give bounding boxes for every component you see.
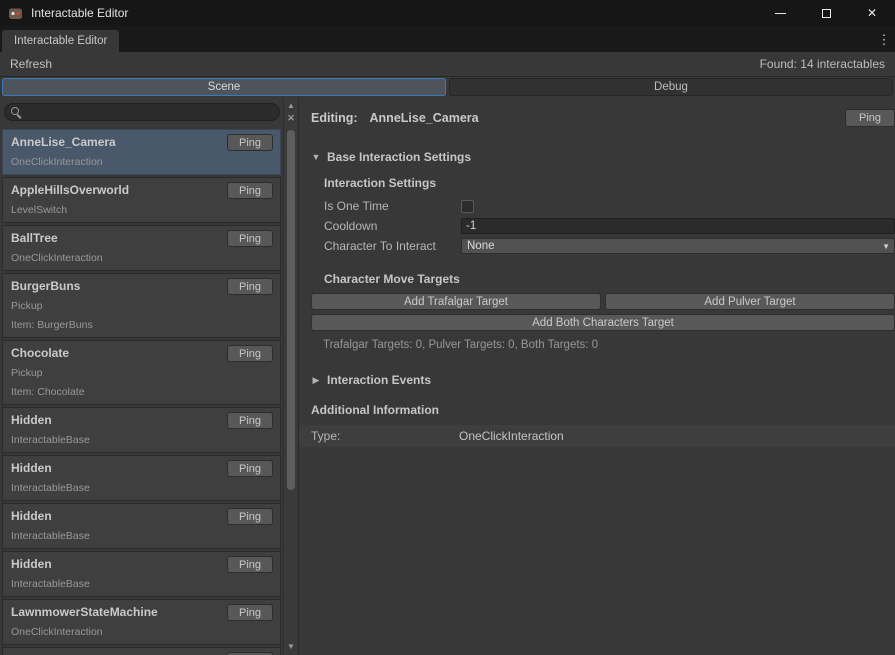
item-extra-label: Item: BurgerBuns [11, 318, 272, 333]
item-type-label: Pickup [11, 299, 272, 314]
ping-button[interactable]: Ping [227, 604, 273, 621]
scrollbar-thumb[interactable] [287, 130, 295, 490]
list-item[interactable]: Hidden InteractableBase Ping [2, 455, 281, 501]
list-item[interactable]: LawnmowerStateMachine OneClickInteractio… [2, 599, 281, 645]
minimize-button[interactable] [757, 0, 803, 26]
foldout-label: Base Interaction Settings [327, 150, 471, 164]
window-controls: ✕ [757, 0, 895, 26]
character-to-interact-dropdown[interactable]: None ▼ [461, 238, 895, 254]
foldout-collapsed-icon: ▶ [311, 375, 321, 386]
ping-button[interactable]: Ping [227, 460, 273, 477]
item-type-label: InteractableBase [11, 481, 272, 496]
foldout-base-interaction-settings[interactable]: ▼ Base Interaction Settings [311, 150, 895, 164]
close-button[interactable]: ✕ [849, 0, 895, 26]
kebab-menu-icon[interactable]: ⋮ [877, 32, 891, 48]
list-item[interactable]: AnneLise_Camera OneClickInteraction Ping [2, 129, 281, 175]
ping-button[interactable]: Ping [227, 412, 273, 429]
ping-button[interactable]: Ping [227, 345, 273, 362]
item-type-label: OneClickInteraction [11, 625, 272, 640]
titlebar: Interactable Editor ✕ [0, 0, 895, 26]
view-tabs: Scene Debug [0, 77, 895, 98]
tab-debug[interactable]: Debug [449, 78, 893, 96]
item-type-label: InteractableBase [11, 433, 272, 448]
type-label: Type: [311, 429, 459, 443]
add-both-characters-target-button[interactable]: Add Both Characters Target [311, 314, 895, 331]
type-value: OneClickInteraction [459, 429, 564, 443]
inspector-panel: Editing: AnneLise_Camera Ping ▼ Base Int… [298, 98, 895, 655]
list-item[interactable]: Hidden InteractableBase Ping [2, 551, 281, 597]
item-type-label: Pickup [11, 366, 272, 381]
ping-button[interactable]: Ping [227, 508, 273, 525]
ping-button[interactable]: Ping [227, 230, 273, 247]
tab-interactable-editor[interactable]: Interactable Editor [2, 30, 119, 52]
is-one-time-row: Is One Time [324, 196, 895, 216]
editing-label: Editing: [311, 111, 358, 125]
character-to-interact-label: Character To Interact [324, 239, 461, 253]
character-move-targets-header: Character Move Targets [324, 272, 895, 286]
add-pulver-target-button[interactable]: Add Pulver Target [605, 293, 895, 310]
item-type-label: LevelSwitch [11, 203, 272, 218]
cooldown-input[interactable] [461, 218, 895, 234]
type-row: Type: OneClickInteraction [299, 425, 895, 447]
item-type-label: InteractableBase [11, 529, 272, 544]
close-icon: ✕ [867, 6, 877, 20]
foldout-interaction-events[interactable]: ▶ Interaction Events [311, 373, 895, 387]
editing-target-name: AnneLise_Camera [370, 111, 479, 125]
list-item[interactable]: BurgerBuns Pickup Item: BurgerBuns Ping [2, 273, 281, 338]
list-item[interactable]: Hidden InteractableBase Ping [2, 503, 281, 549]
item-type-label: OneClickInteraction [11, 155, 272, 170]
item-type-label: OneClickInteraction [11, 251, 272, 266]
scroll-down-icon[interactable]: ▼ [284, 642, 298, 651]
interaction-settings-header: Interaction Settings [324, 176, 895, 190]
inspector-header: Editing: AnneLise_Camera Ping [311, 108, 895, 128]
list-item[interactable]: AppleHillsOverworld LevelSwitch Ping [2, 177, 281, 223]
item-extra-label: Item: Chocolate [11, 385, 272, 400]
ping-button[interactable]: Ping [227, 556, 273, 573]
is-one-time-checkbox[interactable] [461, 200, 474, 213]
list-item[interactable]: BallTree OneClickInteraction Ping [2, 225, 281, 271]
toolbar: Refresh Found: 14 interactables [0, 52, 895, 77]
tab-scene[interactable]: Scene [2, 78, 446, 96]
both-target-row: Add Both Characters Target [311, 314, 895, 331]
minimize-icon [775, 13, 786, 14]
app-icon [8, 6, 23, 21]
inspector-ping-button[interactable]: Ping [845, 109, 895, 127]
character-to-interact-row: Character To Interact None ▼ [324, 236, 895, 256]
main-area: AnneLise_Camera OneClickInteraction Ping… [0, 98, 895, 655]
scene-list-panel: AnneLise_Camera OneClickInteraction Ping… [0, 98, 283, 655]
search-box [4, 103, 280, 121]
foldout-open-icon: ▼ [311, 152, 321, 162]
tab-strip: Interactable Editor ⋮ [0, 26, 895, 52]
maximize-button[interactable] [803, 0, 849, 26]
targets-summary: Trafalgar Targets: 0, Pulver Targets: 0,… [323, 339, 895, 351]
search-row [0, 98, 283, 126]
cooldown-row: Cooldown [324, 216, 895, 236]
cooldown-label: Cooldown [324, 219, 461, 233]
add-trafalgar-target-button[interactable]: Add Trafalgar Target [311, 293, 601, 310]
foldout-label: Interaction Events [327, 373, 431, 387]
maximize-icon [822, 9, 831, 18]
additional-information-header: Additional Information [311, 403, 895, 417]
ping-button[interactable]: Ping [227, 182, 273, 199]
search-input[interactable] [4, 103, 280, 121]
dropdown-selected-value: None [467, 240, 495, 252]
window-title: Interactable Editor [31, 6, 128, 20]
target-buttons-row: Add Trafalgar Target Add Pulver Target [311, 293, 895, 310]
list-scrollbar[interactable]: ▲ × ▼ [283, 98, 298, 655]
search-clear-button[interactable]: × [284, 111, 298, 124]
refresh-button[interactable]: Refresh [8, 55, 58, 73]
list-item[interactable]: Chocolate Pickup Item: Chocolate Ping [2, 340, 281, 405]
search-icon [11, 107, 22, 118]
ping-button[interactable]: Ping [227, 278, 273, 295]
list-item[interactable]: LureSpotA_Slot Ping [2, 647, 281, 655]
ping-button[interactable]: Ping [227, 134, 273, 151]
interactable-list: AnneLise_Camera OneClickInteraction Ping… [0, 126, 283, 655]
dropdown-arrow-icon: ▼ [882, 242, 890, 251]
found-count-label: Found: 14 interactables [760, 57, 887, 71]
item-type-label: InteractableBase [11, 577, 272, 592]
list-item[interactable]: Hidden InteractableBase Ping [2, 407, 281, 453]
scroll-up-icon[interactable]: ▲ [284, 101, 298, 110]
is-one-time-label: Is One Time [324, 199, 461, 213]
